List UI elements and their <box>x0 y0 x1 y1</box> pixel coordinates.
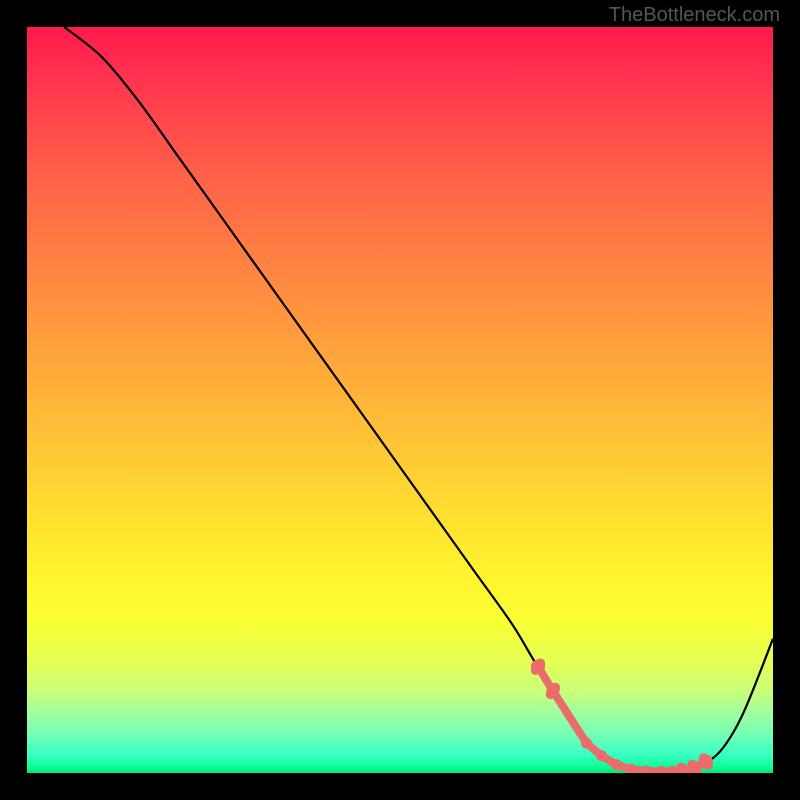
watermark-text: TheBottleneck.com <box>609 4 780 27</box>
optimal-range-markers <box>528 656 716 773</box>
bottleneck-curve <box>64 27 773 772</box>
chart-plot-area <box>27 27 773 773</box>
curve-svg <box>27 27 773 773</box>
